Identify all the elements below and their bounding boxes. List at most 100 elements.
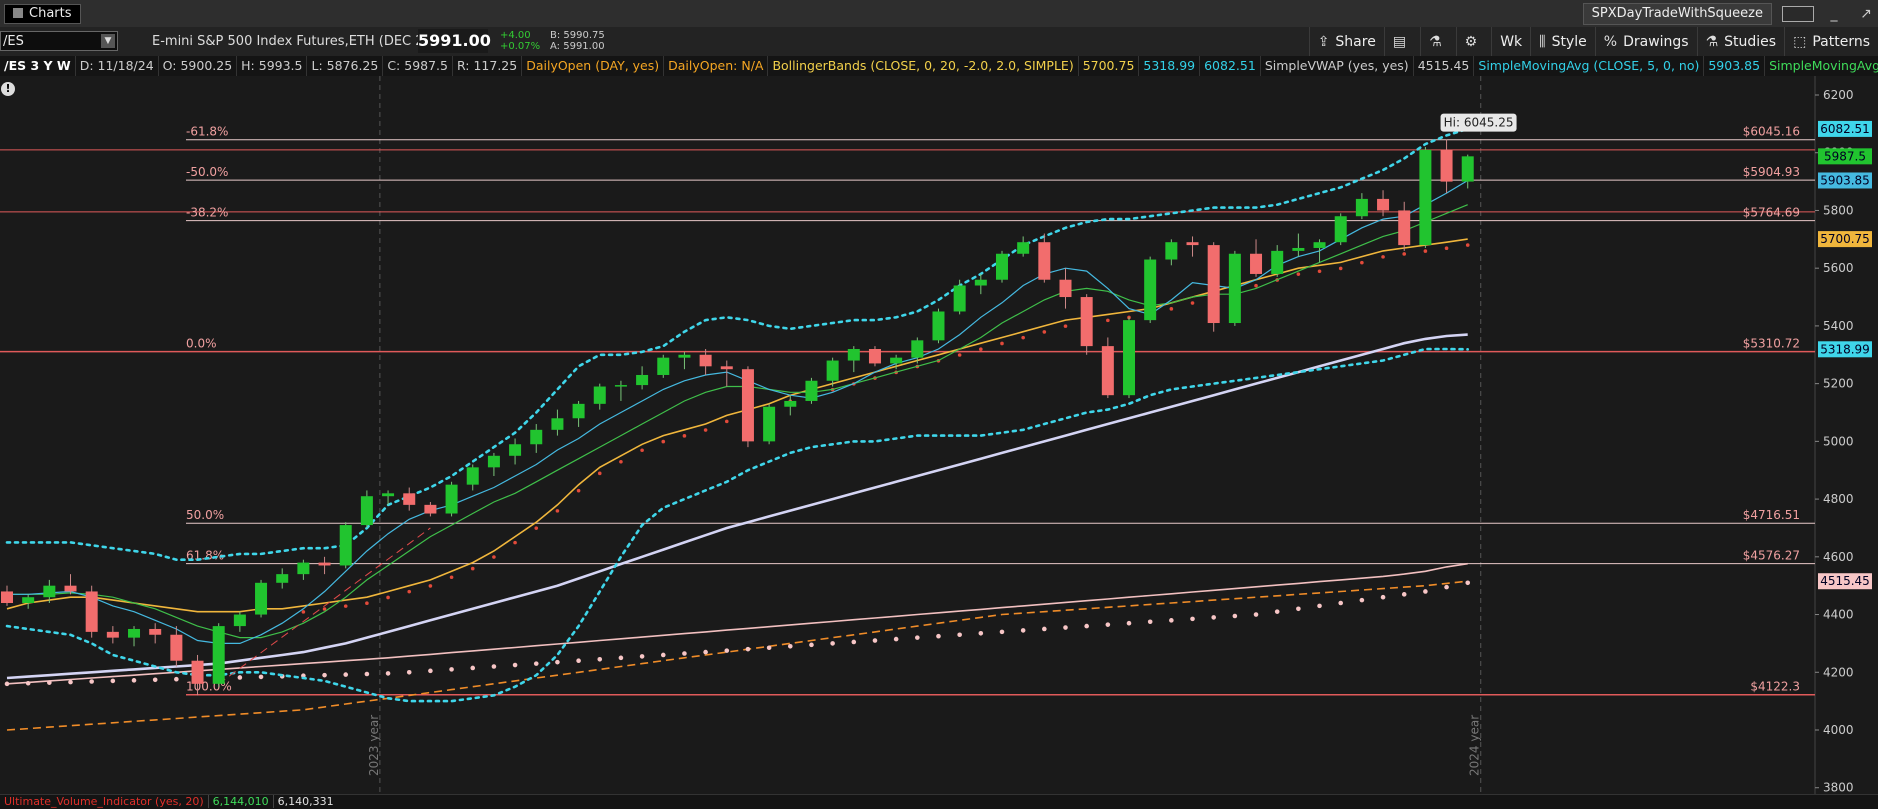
bb-mid-dot: [407, 589, 412, 594]
bb-mid-dot: [1423, 249, 1428, 253]
vwap-dot: [1169, 618, 1174, 623]
study-value-item[interactable]: 5903.85: [1704, 56, 1766, 76]
toolbar-button-label: Studies: [1724, 33, 1777, 50]
candle-body: [255, 582, 268, 615]
bb-mid-dot: [470, 566, 475, 571]
study-value-item[interactable]: 4515.45: [1414, 56, 1475, 76]
bb-mid-dot: [724, 419, 729, 424]
percent-icon: %: [1603, 33, 1618, 50]
bb-mid-dot: [1042, 330, 1047, 334]
vwap-dot: [1253, 612, 1259, 617]
fib-level-percent: -50.0%: [186, 165, 228, 179]
candle-body: [149, 628, 162, 635]
candle-body: [911, 340, 924, 358]
net-change-percent: +0.07%: [500, 41, 541, 52]
bb-mid-dot: [343, 604, 348, 608]
symbol-input[interactable]: /ES ▼: [0, 31, 118, 51]
vwap-dot: [89, 679, 94, 684]
vwap-dot: [682, 651, 687, 656]
volume-value-2: 6,140,331: [272, 795, 338, 808]
gear-icon: ⚙: [1464, 33, 1478, 50]
candle-body: [953, 285, 966, 312]
bb-mid-dot: [576, 488, 581, 493]
toolbar-button-share[interactable]: ⇪ Share: [1308, 27, 1384, 56]
toolbar-button-wk[interactable]: Wk: [1491, 27, 1530, 56]
study-set-name[interactable]: SPXDayTradeWithSqueeze: [1582, 2, 1772, 25]
share-icon: ⇪: [1317, 33, 1330, 50]
bid-ask: B: 5990.75 A: 5991.00: [550, 30, 605, 52]
vwap-dot: [385, 671, 391, 676]
study-value-item[interactable]: 5318.99: [1139, 56, 1201, 76]
flask-icon: ⚗: [1705, 33, 1719, 50]
candle-body: [1313, 242, 1326, 248]
vwap-dot: [25, 680, 31, 686]
vwap-dot: [1380, 594, 1386, 600]
vwap-dot: [1465, 580, 1471, 586]
detach-button[interactable]: ↗: [1854, 6, 1878, 22]
study-value-item[interactable]: /ES 3 Y W: [0, 56, 76, 76]
candle-body: [106, 631, 119, 638]
candle-body: [1334, 216, 1347, 243]
candle-body: [1, 591, 13, 603]
study-value-item[interactable]: DailyOpen (DAY, yes): [522, 56, 665, 76]
toolbar-button-drawings[interactable]: % Drawings: [1594, 27, 1697, 56]
vwap-dot: [68, 679, 73, 685]
study-value-item[interactable]: SimpleMovingAvg (CLOSE, 8, 0,...: [1765, 56, 1878, 76]
bb-mid-dot: [365, 601, 369, 606]
candle-body: [657, 357, 670, 375]
charts-tab-label: Charts: [29, 6, 72, 21]
warning-icon[interactable]: !: [1, 82, 15, 96]
vwap-dot: [1042, 626, 1047, 632]
study-value-item[interactable]: SimpleMovingAvg (CLOSE, 5, 0, no): [1474, 56, 1705, 76]
charts-tab[interactable]: Charts: [4, 4, 81, 24]
candle-body: [614, 385, 627, 387]
vwap-dot: [428, 668, 433, 674]
candle-body: [1101, 346, 1114, 396]
study-value-item[interactable]: O: 5900.25: [159, 56, 238, 76]
toolbar-button-flask[interactable]: ⚗: [1420, 27, 1456, 56]
price-chart[interactable]: 2023 year 2024 year -61.8% $6045.16 -50.0% $5…: [0, 76, 1878, 794]
study-value-item[interactable]: 5700.75: [1079, 56, 1140, 76]
price-tick-label: 5200: [1823, 377, 1854, 391]
study-value-item[interactable]: SimpleVWAP (yes, yes): [1261, 56, 1414, 76]
candle-body: [1355, 198, 1368, 217]
vwap-dot: [893, 636, 899, 642]
bb-mid-dot: [1254, 283, 1258, 288]
vwap-dot: [1147, 619, 1153, 625]
study-value-item[interactable]: 6082.51: [1200, 56, 1261, 76]
vwap-dot: [1338, 600, 1344, 606]
minimize-button[interactable]: _: [1822, 6, 1846, 22]
bb-mid-dot: [682, 434, 687, 438]
vwap-dot: [1211, 615, 1216, 620]
bb-mid-dot: [534, 526, 539, 530]
study-values-bar: /ES 3 Y W D: 11/18/24 O: 5900.25 H: 5993.5 L…: [0, 56, 1878, 76]
vwap-dot: [47, 680, 52, 685]
study-value-item[interactable]: R: 117.25: [453, 56, 523, 76]
candle-body: [763, 406, 776, 442]
study-value-item[interactable]: DailyOpen: N/A: [664, 56, 769, 76]
toolbar-button-style[interactable]: ⫼ Style: [1530, 27, 1595, 56]
bb-mid-dot: [1402, 252, 1407, 256]
study-value-item[interactable]: BollingerBands (CLOSE, 0, 20, -2.0, 2.0,…: [768, 56, 1079, 76]
toolbar-button-book[interactable]: ▤: [1383, 27, 1420, 56]
price-tick-label: 4000: [1823, 723, 1854, 737]
study-value-item[interactable]: L: 5876.25: [307, 56, 384, 76]
candle-body: [22, 597, 35, 603]
chevron-down-icon[interactable]: ▼: [101, 34, 115, 48]
study-value-item[interactable]: D: 11/18/24: [76, 56, 159, 76]
vwap-dot: [1274, 609, 1280, 614]
vwap-dot: [152, 677, 158, 683]
toolbar-button-patterns[interactable]: ⬚ Patterns: [1784, 27, 1878, 56]
candle-body: [297, 562, 310, 575]
vwap-dot: [1317, 603, 1322, 609]
link-box[interactable]: [1782, 5, 1814, 22]
price-tick-label: 4200: [1823, 665, 1854, 679]
toolbar-button-gear[interactable]: ⚙: [1455, 27, 1492, 56]
toolbar-button-studies[interactable]: ⚗ Studies: [1696, 27, 1785, 56]
bb-mid-dot: [979, 347, 983, 352]
toolbar-button-label: Share: [1335, 33, 1376, 50]
candle-body: [699, 354, 712, 367]
study-value-item[interactable]: C: 5987.5: [383, 56, 453, 76]
vwap-dot: [322, 672, 327, 678]
study-value-item[interactable]: H: 5993.5: [237, 56, 308, 76]
